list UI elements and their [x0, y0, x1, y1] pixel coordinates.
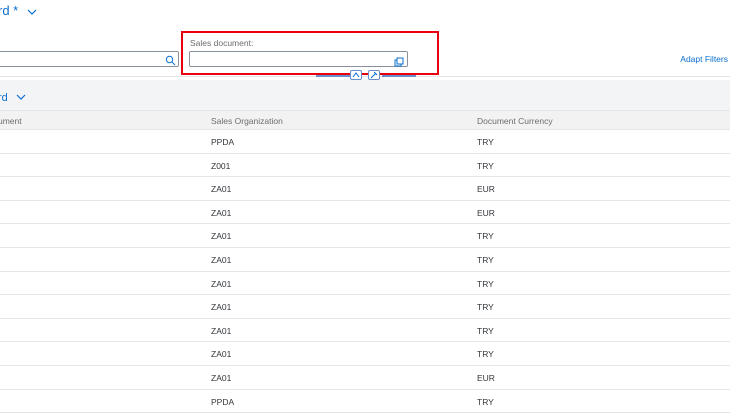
table-variant-title[interactable]: rd [0, 92, 8, 104]
cell-sales-organization: ZA01 [211, 207, 232, 218]
adapt-filters-button[interactable]: Adapt Filters [680, 54, 728, 64]
cell-sales-organization: Z001 [211, 160, 231, 171]
table-variant-management[interactable]: rd [0, 92, 26, 104]
cell-document-currency: TRY [477, 231, 494, 242]
table-row[interactable]: PPDA TRY [0, 130, 730, 154]
table-row[interactable]: ZA01 TRY [0, 271, 730, 296]
cell-sales-organization: ZA01 [211, 325, 232, 336]
table-row[interactable]: ZA01 TRY [0, 224, 730, 248]
cell-document-currency: TRY [477, 278, 494, 289]
table-row[interactable]: ZA01 TRY [0, 318, 730, 343]
cell-document-currency: TRY [477, 254, 494, 265]
table-row[interactable]: ZA01 TRY [0, 342, 730, 366]
header-divider-line-right [382, 75, 416, 77]
highlight-box [181, 31, 439, 75]
column-header-sales-document[interactable]: ument [0, 116, 22, 126]
cell-sales-organization: PPDA [211, 137, 235, 147]
cell-document-currency: TRY [477, 396, 494, 407]
table-row[interactable]: ZA01 TRY [0, 295, 730, 319]
cell-document-currency: EUR [477, 207, 495, 218]
table-body: PPDA TRY Z001 TRY ZA01 EUR ZA01 EUR ZA01… [0, 130, 730, 413]
table-row[interactable]: ZA01 TRY [0, 247, 730, 272]
cell-document-currency: TRY [477, 325, 494, 336]
cell-document-currency: TRY [477, 302, 494, 313]
pin-header-button[interactable] [368, 70, 380, 80]
cell-sales-organization: ZA01 [211, 372, 232, 383]
cell-sales-organization: ZA01 [211, 349, 232, 360]
pin-header-icon [370, 71, 378, 79]
collapse-header-icon [352, 72, 360, 78]
cell-document-currency: TRY [477, 137, 494, 147]
column-header-document-currency[interactable]: Document Currency [477, 116, 553, 126]
cell-document-currency: TRY [477, 160, 494, 171]
header-divider [0, 76, 730, 77]
table-header: ument Sales Organization Document Curren… [0, 110, 730, 130]
table-row[interactable]: ZA01 EUR [0, 200, 730, 225]
table-row[interactable]: ZA01 EUR [0, 365, 730, 390]
cell-document-currency: EUR [477, 184, 495, 195]
variant-title[interactable]: rd * [0, 3, 18, 18]
cell-sales-organization: ZA01 [211, 184, 232, 195]
collapse-header-button[interactable] [350, 70, 362, 80]
cell-sales-organization: ZA01 [211, 231, 232, 242]
table-row[interactable]: ZA01 EUR [0, 177, 730, 201]
table-row[interactable]: Z001 TRY [0, 153, 730, 178]
chevron-down-icon[interactable] [16, 92, 26, 104]
cell-sales-organization: ZA01 [211, 302, 232, 313]
chevron-down-icon[interactable] [27, 4, 37, 19]
cell-document-currency: EUR [477, 372, 495, 383]
header-divider-line-left [316, 75, 350, 77]
dynamic-page-header: rd * Sales document: Adapt Filters [0, 0, 730, 78]
search-icon[interactable] [165, 53, 176, 66]
cell-sales-organization: ZA01 [211, 278, 232, 289]
search-input[interactable] [0, 51, 179, 67]
table-row[interactable]: PPDA TRY [0, 389, 730, 413]
cell-sales-organization: ZA01 [211, 254, 232, 265]
cell-document-currency: TRY [477, 349, 494, 360]
cell-sales-organization: PPDA [211, 396, 235, 407]
column-header-sales-organization[interactable]: Sales Organization [211, 116, 283, 126]
variant-management[interactable]: rd * [0, 3, 37, 19]
